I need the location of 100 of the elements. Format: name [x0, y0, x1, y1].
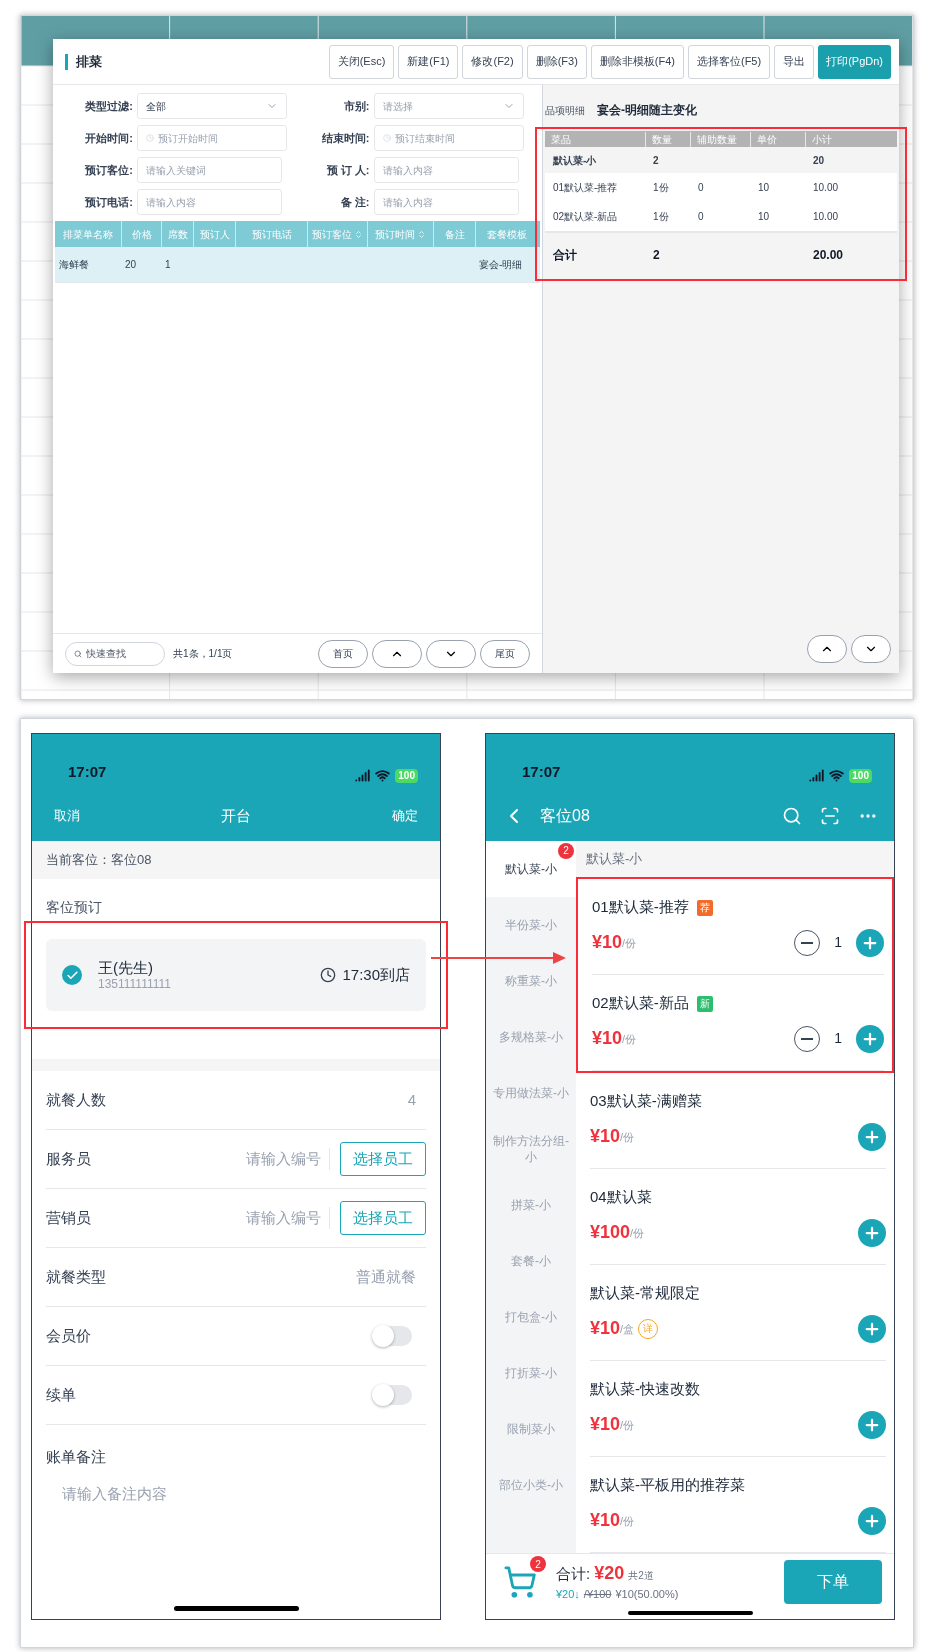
time-input[interactable]: 预订开始时间: [158, 130, 278, 146]
cancel-button[interactable]: 取消: [54, 806, 80, 826]
toolbar-button[interactable]: 关闭(Esc): [328, 44, 395, 79]
add-button[interactable]: [858, 1410, 886, 1439]
toolbar-button[interactable]: 选择客位(F5): [688, 44, 771, 79]
form-label: 账单备注: [46, 1448, 106, 1465]
input-field[interactable]: 请输入内容: [137, 189, 282, 215]
reservation-card[interactable]: 王(先生) 135111111111 17:30到店: [46, 939, 426, 1011]
toggle-switch[interactable]: [372, 1326, 412, 1346]
dish-unit: /份: [630, 1226, 645, 1241]
table-cell: 海鲜餐: [59, 259, 89, 270]
category-item[interactable]: 打折菜-小: [486, 1345, 576, 1401]
minus-icon: [801, 1037, 814, 1040]
sort-icon[interactable]: [417, 229, 426, 239]
search-icon[interactable]: [782, 806, 802, 826]
filter-label: 开始时间:: [84, 130, 133, 146]
column-header: 辅助数量: [697, 133, 737, 145]
table-cell: 2: [653, 248, 660, 262]
search-input[interactable]: 快速查找: [86, 646, 156, 661]
form-label: 营销员: [46, 1207, 91, 1228]
staff-number-field[interactable]: 请输入编号: [240, 1206, 330, 1230]
add-button[interactable]: [856, 1024, 884, 1053]
table-cell: 2: [653, 154, 659, 166]
signal-icon: [809, 768, 825, 783]
toggle-switch[interactable]: [372, 1385, 412, 1405]
quantity: 1: [834, 1029, 842, 1049]
category-item[interactable]: 专用做法菜-小: [486, 1065, 576, 1121]
clock-icon: [146, 133, 154, 143]
category-item[interactable]: 称重菜-小: [486, 953, 576, 1009]
cart-badge: 2: [530, 1556, 546, 1572]
column-header: 小计: [812, 133, 832, 145]
table-cell: 20: [813, 154, 825, 166]
dish-tag: 荐: [696, 899, 713, 916]
category-item[interactable]: 默认菜-小 2: [486, 841, 576, 897]
add-button[interactable]: [856, 928, 884, 957]
confirm-button[interactable]: 确定: [392, 806, 418, 826]
note-field[interactable]: 请输入备注内容: [46, 1483, 426, 1543]
category-item[interactable]: 限制菜小: [486, 1401, 576, 1457]
select-field[interactable]: 全部: [137, 93, 287, 119]
form-label: 续单: [46, 1384, 76, 1405]
total-label: 合计:: [556, 1564, 591, 1584]
dish-price: ¥10: [590, 1125, 621, 1149]
toolbar-button[interactable]: 删除非模板(F4): [590, 44, 684, 79]
table-cell: 10: [758, 182, 770, 193]
time-input[interactable]: 预订结束时间: [394, 130, 515, 146]
add-button[interactable]: [858, 1218, 886, 1247]
toolbar-button[interactable]: 导出: [774, 44, 815, 79]
table-row[interactable]: 海鲜餐 20 1 宴会-明细: [55, 247, 540, 283]
category-item[interactable]: 半份菜-小: [486, 897, 576, 953]
table-cell: 0: [698, 211, 704, 222]
saving-amount: ¥10(50.00%): [615, 1587, 679, 1601]
dish-unit: /份: [622, 1032, 637, 1047]
check-icon: [65, 968, 79, 982]
shopping-cart-icon: [503, 1565, 537, 1599]
checkbox[interactable]: [62, 965, 82, 985]
dish-price: ¥10: [590, 1509, 621, 1533]
column-header[interactable]: 排菜单名称: [55, 221, 121, 247]
table-cell: 0: [698, 182, 704, 193]
screen-title: 客位08: [540, 806, 590, 826]
detail-title: 宴会-明细随主变化: [597, 102, 697, 119]
time-field[interactable]: 预订结束时间: [373, 125, 524, 151]
sort-icon[interactable]: [354, 229, 363, 239]
discounted-amount: ¥20↓: [556, 1587, 580, 1601]
form-value: 4: [407, 1089, 416, 1110]
select-field[interactable]: 请选择: [373, 93, 524, 119]
toolbar-button[interactable]: 新建(F1): [398, 44, 459, 79]
time-field[interactable]: 预订开始时间: [137, 125, 287, 151]
dish-unit: /份: [620, 1514, 635, 1529]
scroll-up-button[interactable]: [807, 635, 847, 663]
arrival-time: 17:30到店: [342, 964, 410, 985]
dish-price: ¥10: [590, 1413, 621, 1437]
table-cell: 1: [165, 259, 171, 270]
add-button[interactable]: [858, 1122, 886, 1151]
table-cell: 1份: [653, 211, 669, 222]
toolbar-button[interactable]: 修改(F2): [462, 44, 523, 79]
add-button[interactable]: [858, 1314, 886, 1343]
toolbar-button[interactable]: 删除(F3): [526, 44, 587, 79]
category-item[interactable]: 套餐-小: [486, 1233, 576, 1289]
select-staff-button[interactable]: 选择员工: [340, 1201, 426, 1235]
submit-order-button[interactable]: 下单: [784, 1560, 882, 1604]
category-item[interactable]: 制作方法分组-小: [486, 1121, 576, 1177]
input-field[interactable]: 请输入内容: [373, 189, 519, 215]
section-title: 客位预订: [46, 899, 102, 915]
toolbar-button[interactable]: 打印(PgDn): [818, 44, 891, 79]
input-field[interactable]: 请输入关键词: [137, 157, 282, 183]
input-field[interactable]: 请输入内容: [373, 157, 519, 183]
scroll-down-button[interactable]: [851, 635, 891, 663]
staff-number-field[interactable]: 请输入编号: [240, 1147, 330, 1171]
category-item[interactable]: 拼菜-小: [486, 1177, 576, 1233]
dish-unit: /盒: [620, 1322, 635, 1337]
category-item[interactable]: 多规格菜-小: [486, 1009, 576, 1065]
category-item[interactable]: 部位小类-小: [486, 1457, 576, 1513]
select-staff-button[interactable]: 选择员工: [340, 1142, 426, 1176]
form-label: 服务员: [46, 1148, 91, 1169]
add-button[interactable]: [858, 1506, 886, 1535]
category-item[interactable]: 打包盒-小: [486, 1289, 576, 1345]
dish-name: 03默认菜-满赠菜: [590, 1091, 702, 1112]
table-cell: 宴会-明细: [479, 259, 523, 270]
scan-icon[interactable]: [820, 806, 840, 826]
filter-label: 预订电话:: [84, 194, 133, 210]
